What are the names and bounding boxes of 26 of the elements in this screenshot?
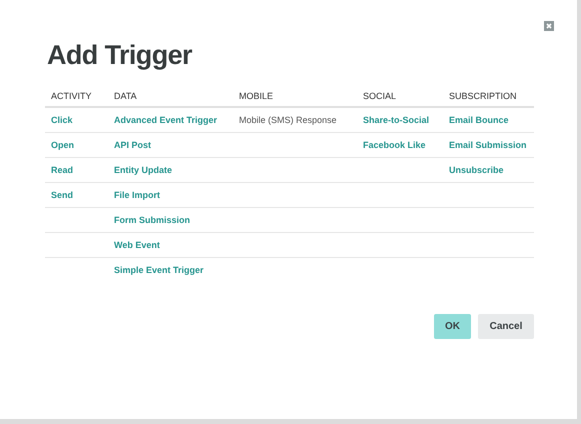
ok-button[interactable]: OK xyxy=(434,314,471,339)
trigger-link[interactable]: Facebook Like xyxy=(363,140,426,150)
trigger-link[interactable]: Read xyxy=(51,165,74,175)
trigger-link[interactable]: Entity Update xyxy=(114,165,172,175)
column-heading: SOCIAL xyxy=(363,90,396,100)
close-icon[interactable] xyxy=(544,21,554,31)
cancel-button[interactable]: Cancel xyxy=(478,314,534,339)
trigger-link[interactable]: Open xyxy=(51,140,74,150)
trigger-link[interactable]: Email Submission xyxy=(449,140,527,150)
column-heading: ACTIVITY xyxy=(51,90,92,100)
trigger-link[interactable]: Form Submission xyxy=(114,215,190,225)
column-heading: MOBILE xyxy=(239,90,274,100)
trigger-link[interactable]: Share-to-Social xyxy=(363,115,430,125)
trigger-link[interactable]: Unsubscribe xyxy=(449,165,504,175)
column-heading: SUBSCRIPTION xyxy=(449,90,517,100)
trigger-link[interactable]: Advanced Event Trigger xyxy=(114,115,218,125)
trigger-link[interactable]: Email Bounce xyxy=(449,115,509,125)
trigger-link[interactable]: Simple Event Trigger xyxy=(114,265,204,275)
trigger-link[interactable]: File Import xyxy=(114,190,160,200)
trigger-link[interactable]: Send xyxy=(51,190,74,200)
column-heading: DATA xyxy=(114,90,137,100)
dialog-title: Add Trigger xyxy=(47,39,194,72)
trigger-link[interactable]: Web Event xyxy=(114,240,160,250)
trigger-link[interactable]: Click xyxy=(51,115,73,125)
trigger-link[interactable]: API Post xyxy=(114,140,152,150)
trigger-option-text: Mobile (SMS) Response xyxy=(239,115,337,125)
